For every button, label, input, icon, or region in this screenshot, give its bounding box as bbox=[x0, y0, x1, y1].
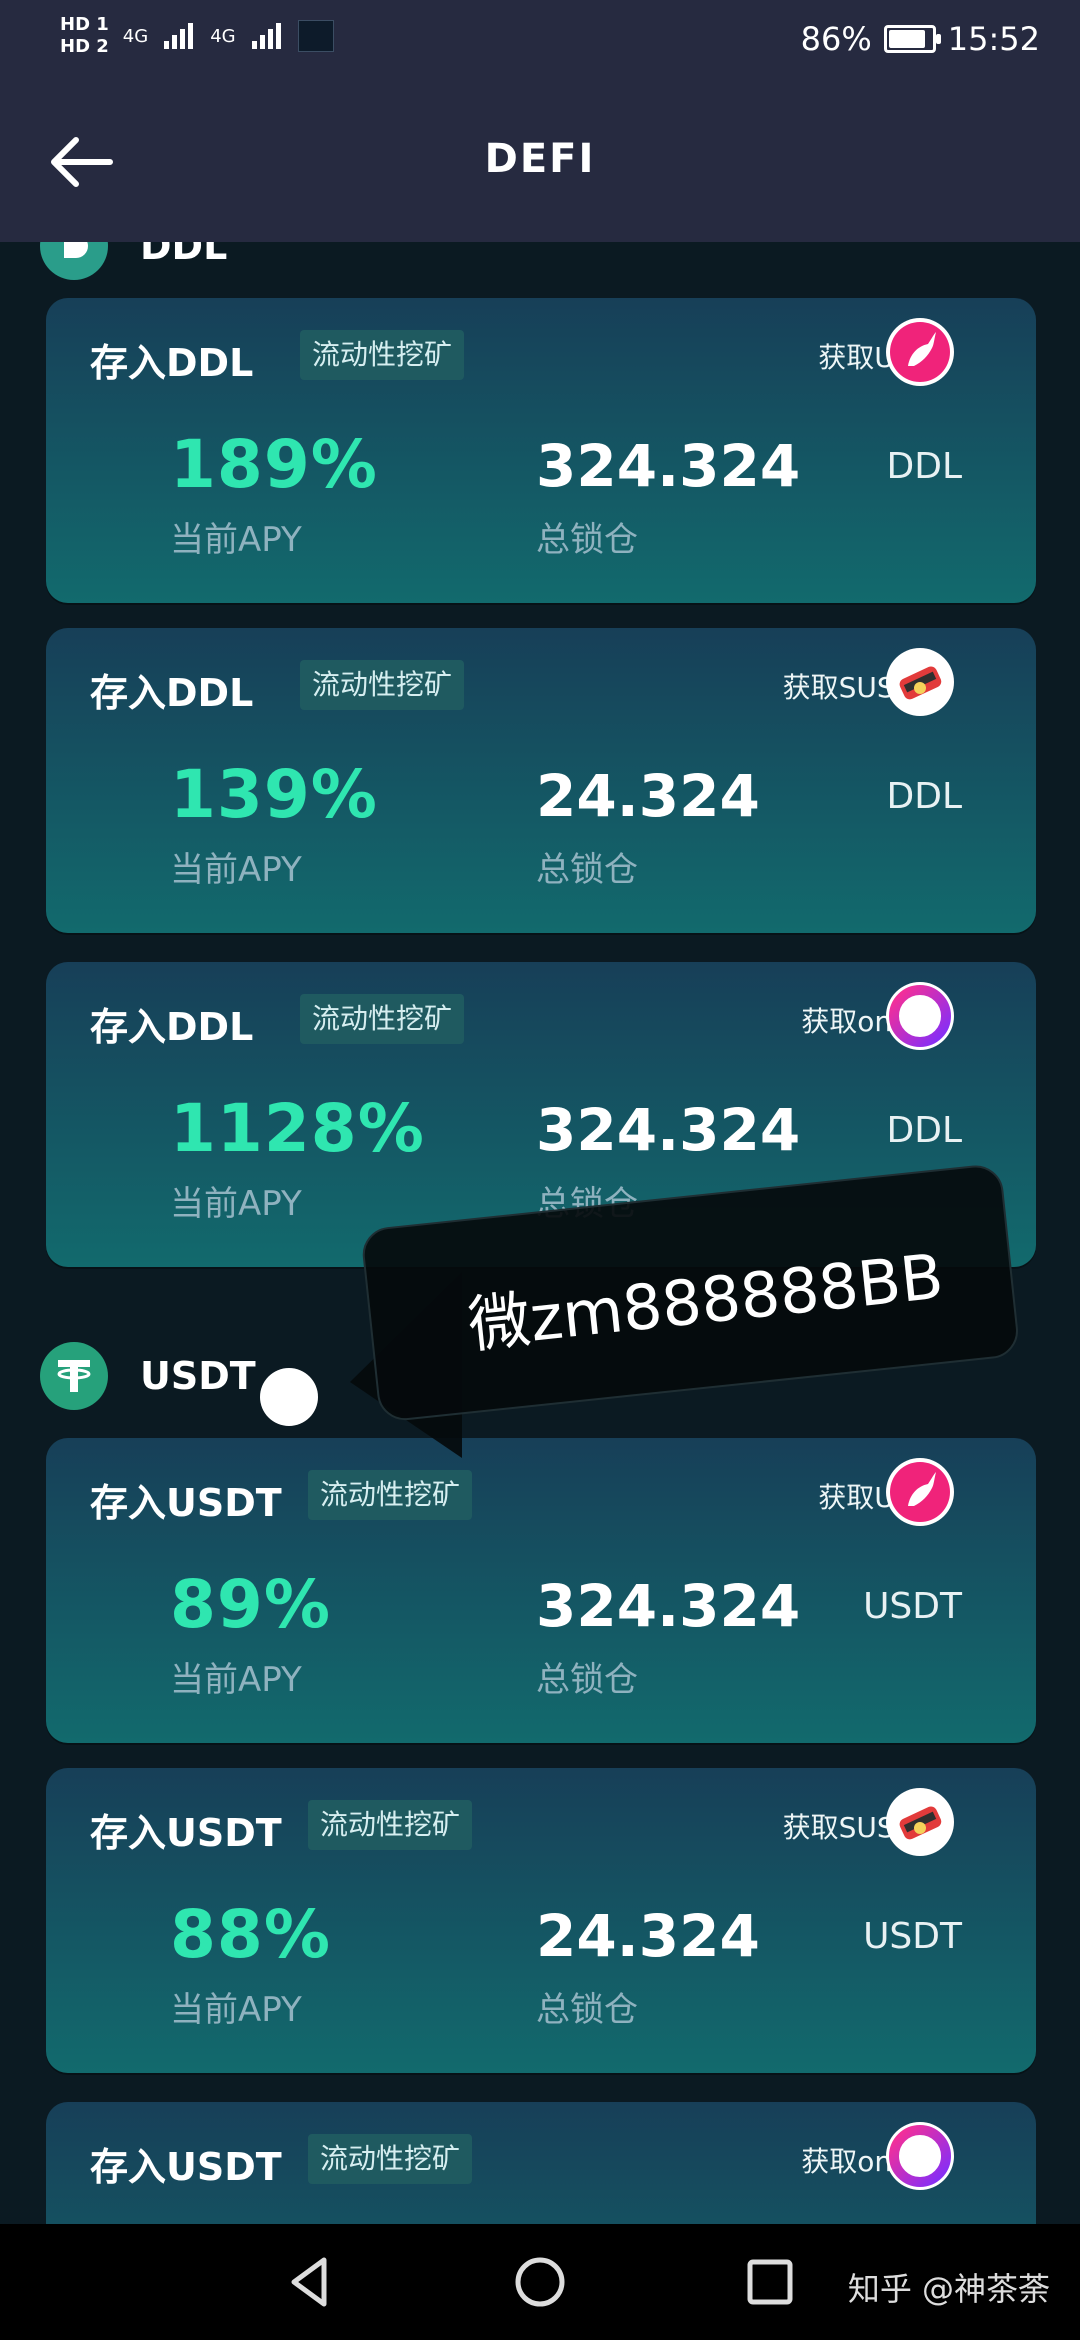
apy-label: 当前APY bbox=[170, 520, 302, 560]
mining-tag: 流动性挖矿 bbox=[308, 1470, 473, 1520]
pool-card[interactable]: 存入USDT 流动性挖矿 获取UNI 89% 当前APY 324.324 总锁仓… bbox=[46, 1438, 1036, 1743]
pool-card[interactable]: 存入DDL 流动性挖矿 获取SUSHI 139% 当前APY 24.324 总锁… bbox=[46, 628, 1036, 933]
tvl-label: 总锁仓 bbox=[536, 1660, 638, 1700]
mining-tag: 流动性挖矿 bbox=[300, 330, 465, 380]
apy-label: 当前APY bbox=[170, 1990, 302, 2030]
app-notification-icon bbox=[297, 20, 334, 52]
pool-card[interactable]: 存入USDT 流动性挖矿 获取SUSHI 88% 当前APY 24.324 总锁… bbox=[46, 1768, 1036, 2073]
tvl-value: 324.324 bbox=[536, 1572, 801, 1640]
hd2-label: HD 2 bbox=[60, 36, 109, 57]
unit-label: DDL bbox=[886, 1110, 963, 1151]
mining-tag: 流动性挖矿 bbox=[300, 994, 465, 1044]
apy-value: 1128% bbox=[170, 1090, 425, 1167]
mining-tag: 流动性挖矿 bbox=[308, 2134, 473, 2184]
battery-fill bbox=[888, 30, 925, 48]
ones-icon bbox=[886, 982, 954, 1050]
mining-tag: 流动性挖矿 bbox=[300, 660, 465, 710]
apy-value: 88% bbox=[170, 1896, 331, 1973]
mining-tag: 流动性挖矿 bbox=[308, 1800, 473, 1850]
tvl-value: 324.324 bbox=[536, 432, 801, 500]
deposit-label: 存入USDT bbox=[90, 1811, 282, 1855]
system-nav-bar: 知乎 @神茶荼 bbox=[0, 2224, 1080, 2340]
pool-card[interactable]: 存入DDL 流动性挖矿 获取UNI 189% 当前APY 324.324 总锁仓… bbox=[46, 298, 1036, 603]
section-header-ddl: DDL bbox=[40, 242, 227, 280]
square-recents-icon bbox=[747, 2259, 793, 2305]
apy-label: 当前APY bbox=[170, 850, 302, 890]
unit-label: DDL bbox=[886, 776, 963, 817]
apy-value: 139% bbox=[170, 756, 378, 833]
status-left: HD 1 HD 2 4G 4G bbox=[60, 14, 334, 58]
deposit-label: 存入DDL bbox=[90, 341, 254, 385]
watermark: 知乎 @神茶荼 bbox=[847, 2270, 1050, 2308]
tvl-value: 24.324 bbox=[536, 1902, 760, 1970]
pool-card[interactable]: 存入USDT 流动性挖矿 获取ones bbox=[46, 2102, 1036, 2224]
unit-label: DDL bbox=[886, 446, 963, 487]
uniswap-icon bbox=[886, 1458, 954, 1526]
battery-icon bbox=[883, 25, 941, 53]
nav-home-button[interactable] bbox=[510, 2252, 570, 2312]
apy-value: 89% bbox=[170, 1566, 331, 1643]
tether-icon bbox=[40, 1342, 108, 1410]
touch-dot bbox=[260, 1368, 318, 1426]
battery-percent: 86% bbox=[800, 20, 872, 58]
status-bar: HD 1 HD 2 4G 4G 86% 15:52 bbox=[0, 0, 1080, 80]
tvl-value: 24.324 bbox=[536, 762, 760, 830]
deposit-label: 存入DDL bbox=[90, 1005, 254, 1049]
apy-label: 当前APY bbox=[170, 1660, 302, 1700]
apy-label: 当前APY bbox=[170, 1184, 302, 1224]
sushi-icon bbox=[886, 1788, 954, 1856]
hd1-label: HD 1 bbox=[60, 14, 109, 35]
unit-label: USDT bbox=[863, 1916, 962, 1957]
overlay-text: 微zm888888BB bbox=[464, 1239, 947, 1362]
deposit-label: 存入DDL bbox=[90, 671, 254, 715]
section-header-usdt: USDT bbox=[40, 1342, 256, 1410]
apy-value: 189% bbox=[170, 426, 378, 503]
sim-indicators: HD 1 HD 2 bbox=[60, 14, 109, 58]
ddl-coin-icon bbox=[40, 242, 108, 280]
triangle-back-icon bbox=[291, 2257, 327, 2307]
deposit-label: 存入USDT bbox=[90, 2145, 282, 2189]
tvl-label: 总锁仓 bbox=[536, 1990, 638, 2030]
tvl-label: 总锁仓 bbox=[536, 850, 638, 890]
unit-label: USDT bbox=[863, 1586, 962, 1627]
nav-recents-button[interactable] bbox=[740, 2252, 800, 2312]
clock: 15:52 bbox=[947, 20, 1040, 58]
tvl-label: 总锁仓 bbox=[536, 520, 638, 560]
signal-icon bbox=[164, 23, 194, 49]
network-label-1: 4G bbox=[122, 25, 149, 47]
uniswap-icon bbox=[886, 318, 954, 386]
tvl-value: 324.324 bbox=[536, 1096, 801, 1164]
sushi-icon bbox=[886, 648, 954, 716]
app-header: DEFI bbox=[0, 80, 1080, 242]
signal-icon-2 bbox=[251, 23, 281, 49]
deposit-label: 存入USDT bbox=[90, 1481, 282, 1525]
status-right: 86% 15:52 bbox=[801, 20, 1040, 58]
nav-back-button[interactable] bbox=[280, 2252, 340, 2312]
circle-home-icon bbox=[515, 2257, 565, 2307]
section-title-ddl: DDL bbox=[140, 242, 228, 268]
section-title-usdt: USDT bbox=[140, 1354, 256, 1398]
page-title: DEFI bbox=[484, 136, 596, 182]
network-label-2: 4G bbox=[210, 25, 236, 47]
ones-icon bbox=[886, 2122, 954, 2190]
